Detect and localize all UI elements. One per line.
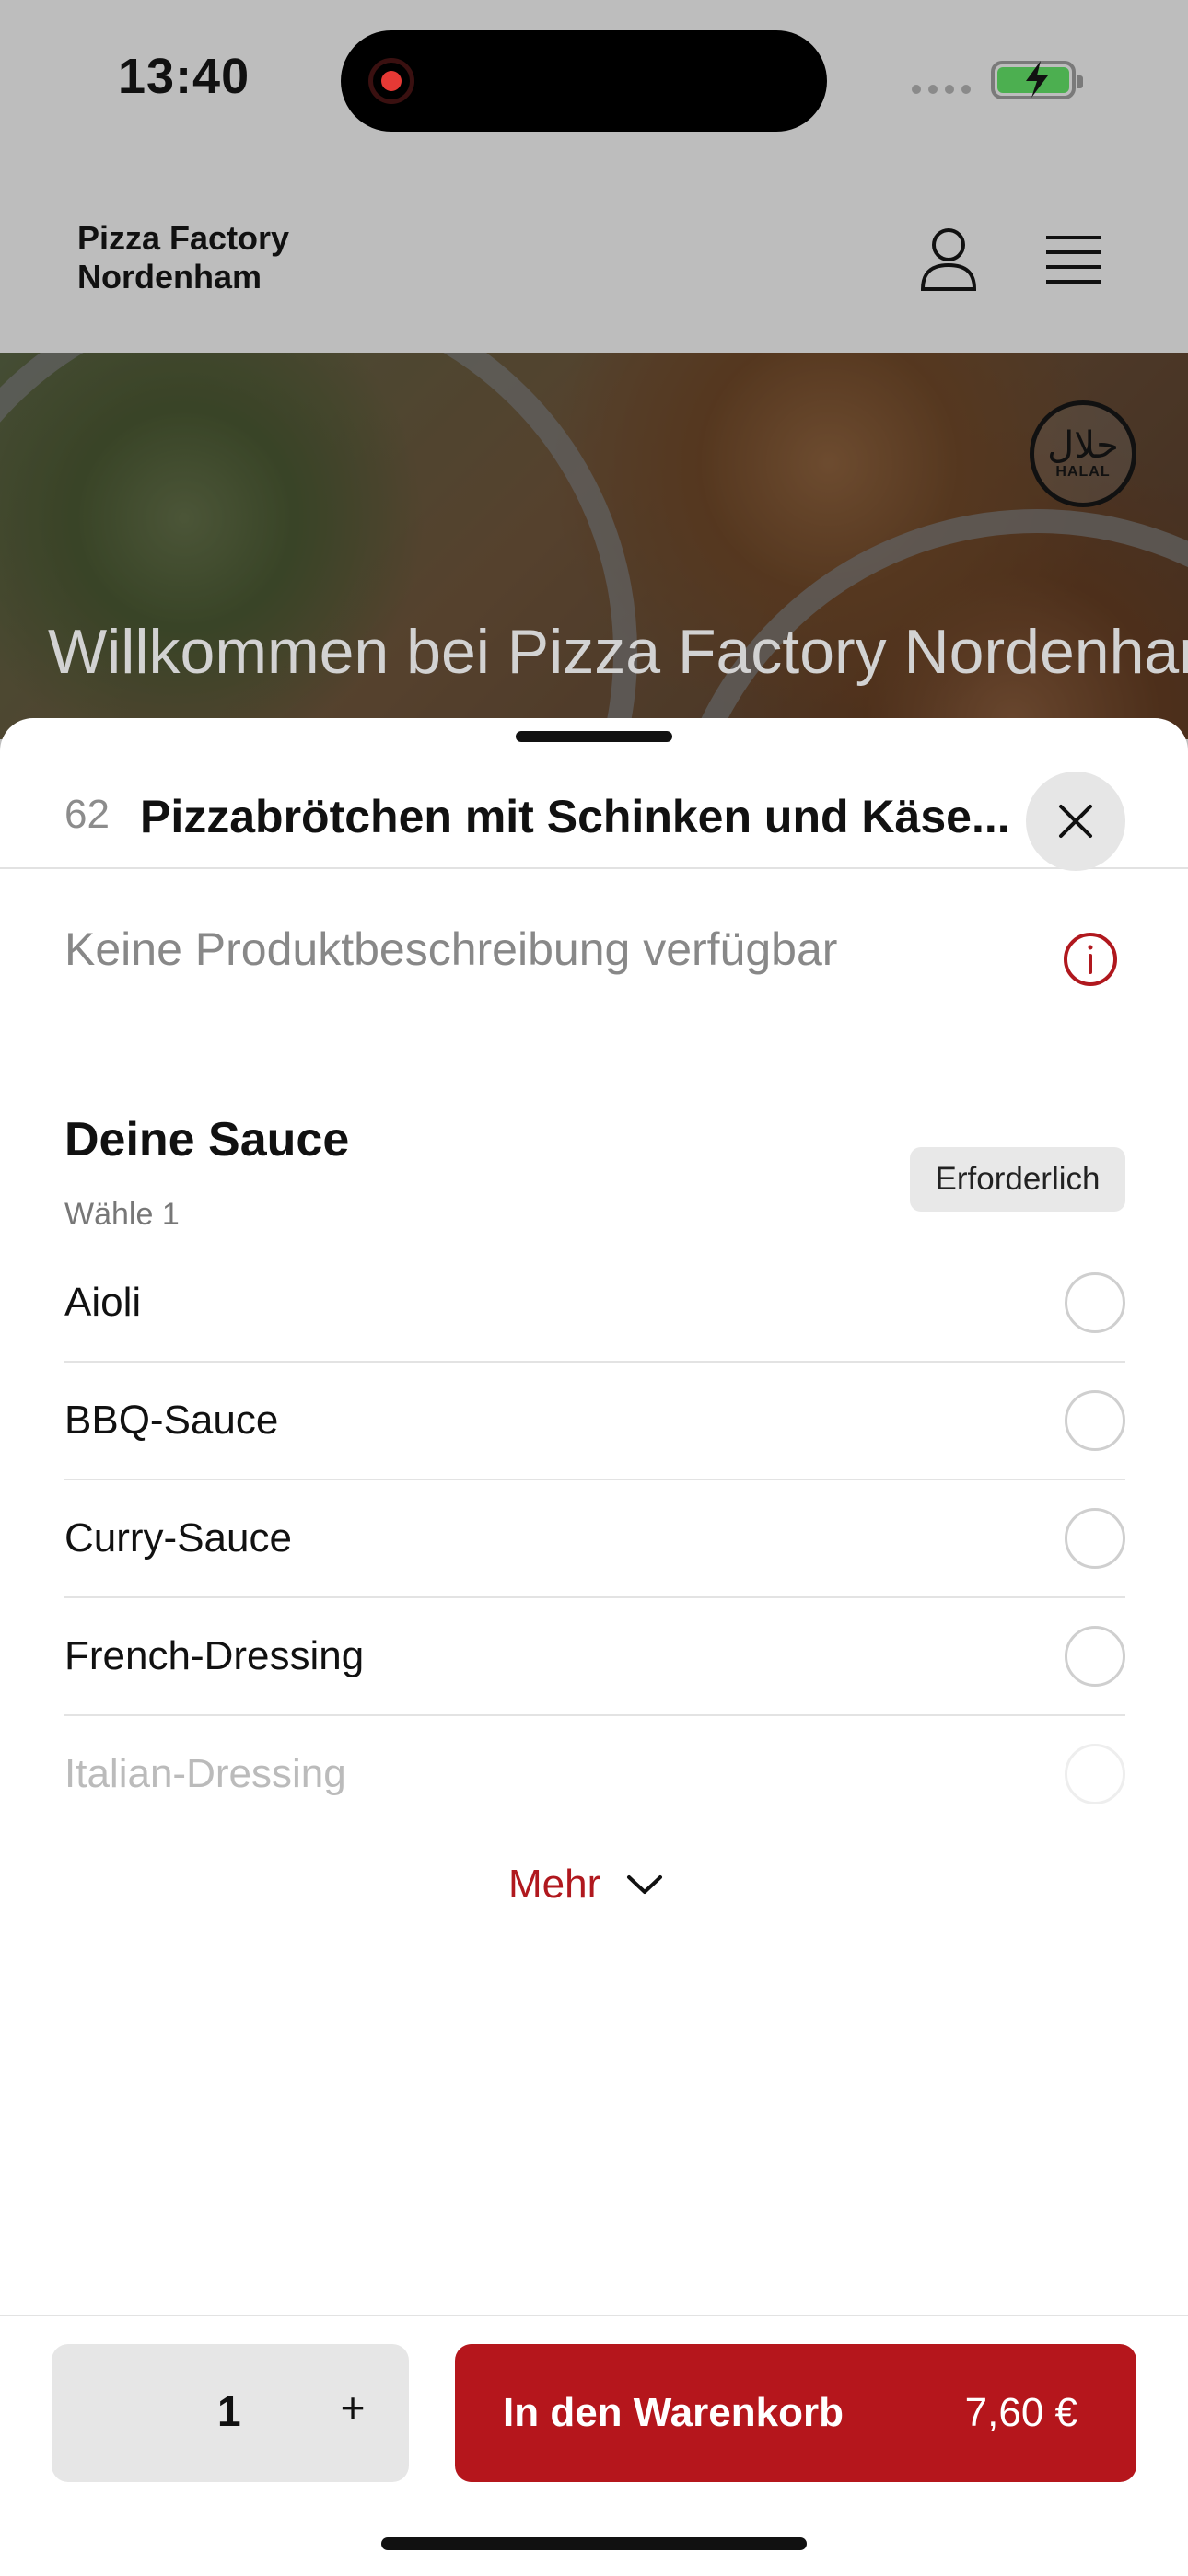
product-sheet: 62 Pizzabrötchen mit Schinken und Käse..… xyxy=(0,718,1188,2574)
radio-button[interactable] xyxy=(1065,1744,1125,1804)
option-group-title: Deine Sauce xyxy=(64,1113,350,1166)
close-icon xyxy=(1059,805,1092,838)
option-label: Aioli xyxy=(64,1280,142,1325)
price-label: 7,60 € xyxy=(964,2390,1077,2435)
option-row-bbq-sauce[interactable]: BBQ-Sauce xyxy=(64,1363,1125,1480)
option-row-italian-dressing[interactable]: Italian-Dressing xyxy=(64,1716,1125,1832)
brand-name[interactable]: Pizza Factory Nordenham xyxy=(77,219,289,296)
recording-indicator-icon xyxy=(368,58,414,104)
option-label: Italian-Dressing xyxy=(64,1751,346,1796)
dynamic-island xyxy=(341,30,827,132)
home-indicator[interactable] xyxy=(381,2537,807,2550)
sheet-header: 62 Pizzabrötchen mit Schinken und Käse..… xyxy=(0,746,1188,871)
increase-quantity-button[interactable]: + xyxy=(320,2375,385,2440)
halal-badge: حلال HALAL xyxy=(1030,400,1136,507)
sauce-options-list: Aioli BBQ-Sauce Curry-Sauce French-Dress… xyxy=(64,1245,1125,1832)
user-account-icon[interactable] xyxy=(919,226,978,297)
status-bar: 13:40 xyxy=(0,0,1188,175)
radio-button[interactable] xyxy=(1065,1272,1125,1333)
hamburger-menu-icon[interactable] xyxy=(1044,234,1103,290)
cellular-signal-icon xyxy=(912,85,971,94)
product-title: Pizzabrötchen mit Schinken und Käse... xyxy=(140,791,1010,842)
radio-button[interactable] xyxy=(1065,1508,1125,1569)
quantity-stepper: 1 + xyxy=(52,2344,409,2482)
option-label: French-Dressing xyxy=(64,1633,365,1678)
quantity-value: 1 xyxy=(217,2387,241,2435)
radio-button[interactable] xyxy=(1065,1626,1125,1687)
add-to-cart-button[interactable]: In den Warenkorb 7,60 € xyxy=(455,2344,1136,2482)
status-time: 13:40 xyxy=(118,49,250,104)
hero-banner-image: حلال HALAL Willkommen bei Pizza Factory … xyxy=(0,353,1188,739)
close-button[interactable] xyxy=(1026,772,1125,871)
hero-welcome-title: Willkommen bei Pizza Factory Nordenham xyxy=(48,617,1188,687)
info-icon[interactable] xyxy=(1063,932,1118,992)
option-row-curry-sauce[interactable]: Curry-Sauce xyxy=(64,1480,1125,1598)
show-more-label: Mehr xyxy=(508,1862,601,1907)
battery-icon xyxy=(991,61,1083,99)
option-group-subtitle: Wähle 1 xyxy=(64,1197,180,1232)
sheet-grabber-handle[interactable] xyxy=(516,731,672,742)
product-number: 62 xyxy=(64,792,110,837)
option-label: Curry-Sauce xyxy=(64,1515,292,1561)
option-label: BBQ-Sauce xyxy=(64,1398,279,1443)
product-description: Keine Produktbeschreibung verfügbar xyxy=(64,923,838,975)
radio-button[interactable] xyxy=(1065,1390,1125,1451)
show-more-button[interactable]: Mehr xyxy=(508,1862,663,1908)
app-header: Pizza Factory Nordenham xyxy=(0,175,1188,353)
option-row-aioli[interactable]: Aioli xyxy=(64,1245,1125,1363)
required-badge: Erforderlich xyxy=(910,1147,1125,1212)
add-to-cart-label: In den Warenkorb xyxy=(503,2390,844,2435)
option-row-french-dressing[interactable]: French-Dressing xyxy=(64,1598,1125,1716)
chevron-down-icon xyxy=(627,1875,663,1894)
